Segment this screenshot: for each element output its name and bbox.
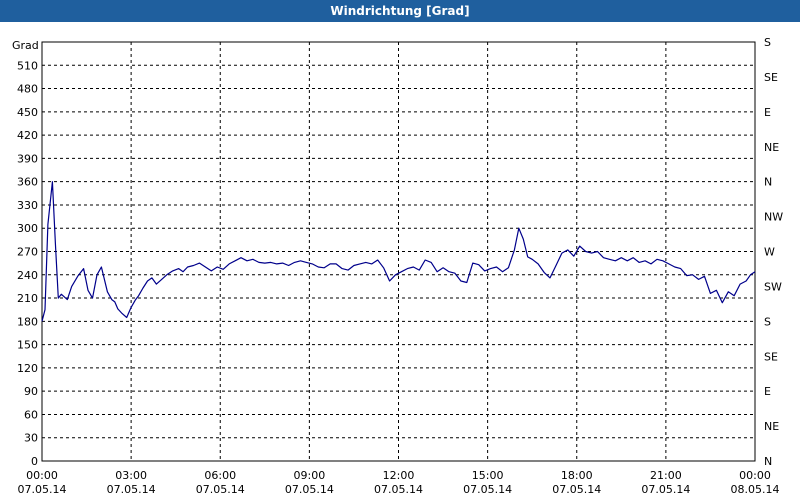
y-tick-label: 90 — [24, 385, 38, 398]
x-tick-label-time: 15:00 — [472, 469, 504, 482]
x-tick-label-date: 07.05.14 — [463, 483, 512, 496]
y-tick-label: 0 — [31, 455, 38, 468]
chart-area: 0 30 60 90 120 150 180 210 240 270 300 330 360 390 420… — [0, 22, 800, 500]
right-axis-label: S — [764, 315, 771, 328]
right-axis-label: E — [764, 106, 771, 119]
y-tick-label: 510 — [17, 59, 38, 72]
x-tick-label-date: 07.05.14 — [552, 483, 601, 496]
y-axis-label: Grad — [12, 39, 39, 52]
y-tick-label: 450 — [17, 106, 38, 119]
right-axis-label: NW — [764, 211, 783, 224]
y-tick-label: 180 — [17, 315, 38, 328]
y-tick-label: 30 — [24, 432, 38, 445]
y-tick-label: 420 — [17, 129, 38, 142]
right-axis-label: NE — [764, 420, 779, 433]
x-tick-label-date: 07.05.14 — [374, 483, 423, 496]
y-tick-label: 60 — [24, 408, 38, 421]
right-axis-label: W — [764, 246, 775, 259]
x-tick-label-time: 21:00 — [650, 469, 682, 482]
x-tick-label-time: 00:00 — [26, 469, 58, 482]
right-axis-label: S — [764, 36, 771, 49]
y-tick-label: 270 — [17, 246, 38, 259]
right-axis-label: N — [764, 455, 772, 468]
right-axis-label: E — [764, 385, 771, 398]
y-tick-label: 360 — [17, 176, 38, 189]
x-tick-label-time: 09:00 — [294, 469, 326, 482]
y-tick-label: 390 — [17, 152, 38, 165]
x-tick-label-date: 07.05.14 — [196, 483, 245, 496]
y-tick-label: 300 — [17, 222, 38, 235]
x-tick-label-time: 00:00 — [739, 469, 771, 482]
y-tick-label: 240 — [17, 269, 38, 282]
right-axis-label: SE — [764, 71, 778, 84]
y-tick-label: 210 — [17, 292, 38, 305]
x-tick-label-date: 07.05.14 — [107, 483, 156, 496]
right-axis-label: N — [764, 176, 772, 189]
right-axis-label: NE — [764, 141, 779, 154]
x-tick-label-time: 12:00 — [383, 469, 415, 482]
x-tick-label-date: 07.05.14 — [641, 483, 690, 496]
y-tick-label: 120 — [17, 362, 38, 375]
x-tick-label-time: 03:00 — [115, 469, 147, 482]
chart-title: Windrichtung [Grad] — [330, 4, 470, 18]
x-tick-label-date: 08.05.14 — [731, 483, 780, 496]
chart-title-bar: Windrichtung [Grad] — [0, 0, 800, 22]
x-tick-label-time: 18:00 — [561, 469, 593, 482]
x-tick-label-time: 06:00 — [204, 469, 236, 482]
right-axis-label: SW — [764, 280, 782, 293]
line-chart: 0 30 60 90 120 150 180 210 240 270 300 330 360 390 420… — [12, 36, 783, 496]
y-tick-label: 480 — [17, 83, 38, 96]
right-axis-label: SE — [764, 350, 778, 363]
y-tick-label: 150 — [17, 339, 38, 352]
x-tick-label-date: 07.05.14 — [285, 483, 334, 496]
y-tick-label: 330 — [17, 199, 38, 212]
x-tick-label-date: 07.05.14 — [18, 483, 67, 496]
